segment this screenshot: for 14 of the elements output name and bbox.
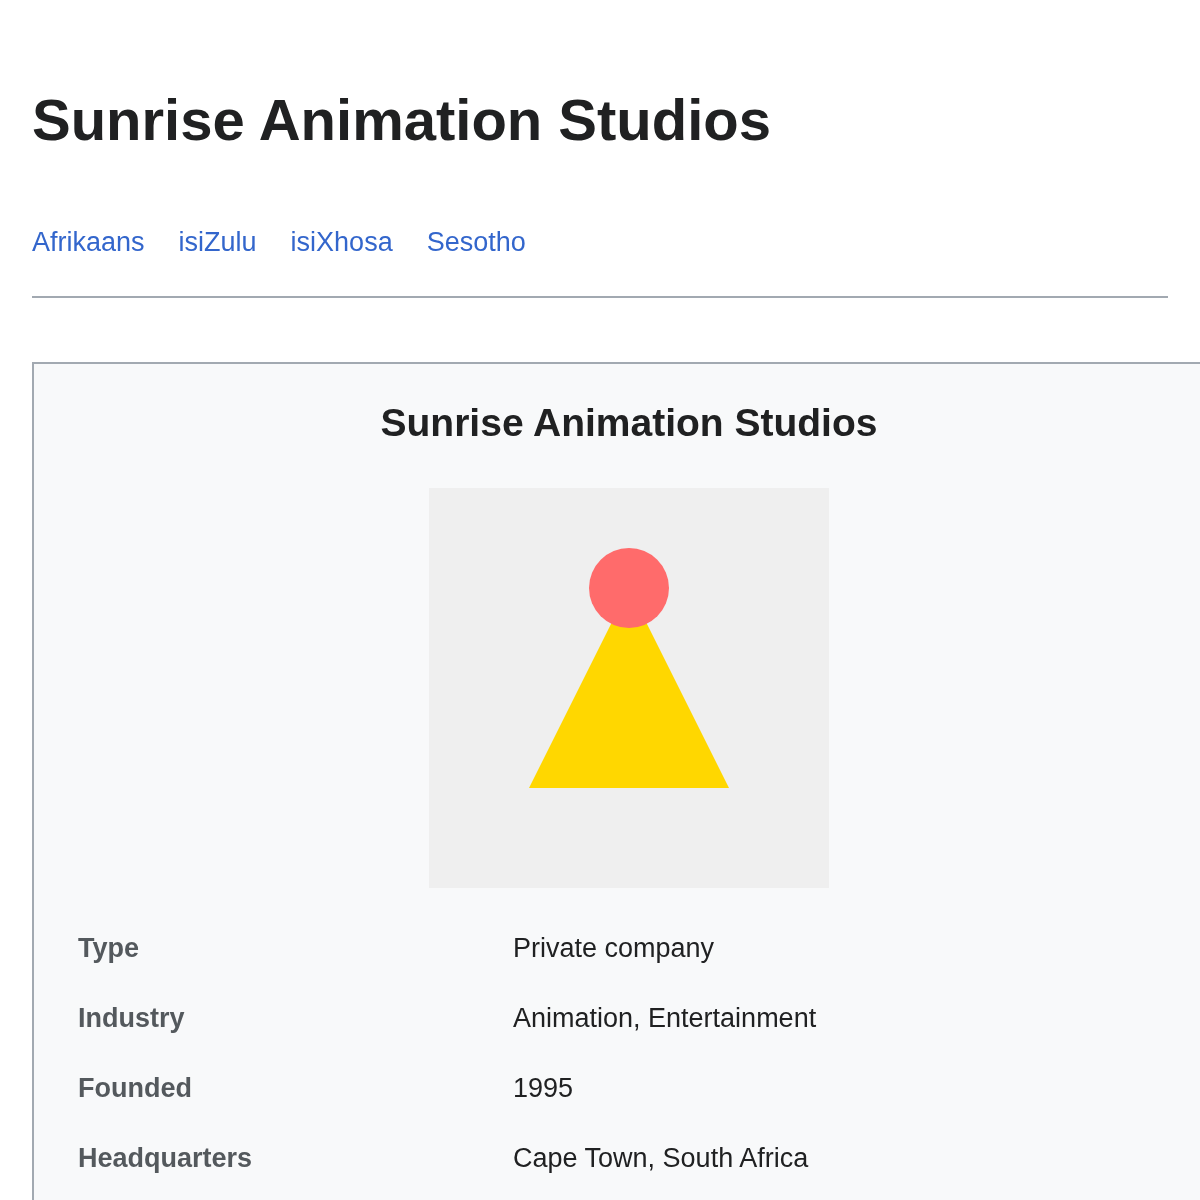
language-link[interactable]: isiXhosa	[290, 225, 393, 259]
field-label: Founded	[78, 1072, 193, 1105]
field-value: Cape Town, South Africa	[513, 1142, 809, 1175]
field-label: Industry	[78, 1002, 186, 1035]
infobox-title: Sunrise Animation Studios	[380, 400, 878, 446]
language-link[interactable]: Afrikaans	[32, 225, 145, 259]
language-link[interactable]: isiZulu	[178, 225, 257, 259]
field-label: Headquarters	[78, 1142, 254, 1175]
field-value: 1995	[513, 1072, 574, 1105]
field-value: Animation, Entertainment	[513, 1002, 817, 1035]
field-value: Private company	[513, 932, 715, 965]
language-link[interactable]: Sesotho	[426, 225, 526, 259]
field-label: Type	[78, 932, 140, 965]
page-title: Sunrise Animation Studios	[32, 86, 772, 154]
